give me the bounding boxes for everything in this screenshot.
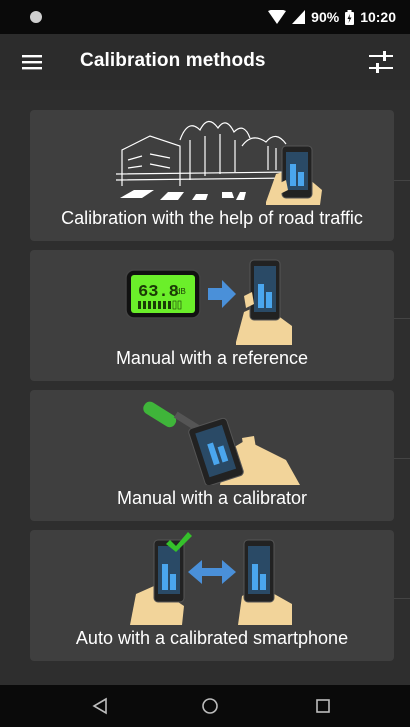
road-traffic-illustration [115, 120, 322, 205]
home-circle-icon[interactable] [199, 696, 221, 716]
cell-signal-icon [292, 10, 306, 24]
hand-holding-phone-icon [236, 259, 292, 345]
method-label: Manual with a calibrator [116, 488, 308, 508]
sliders-settings-icon[interactable] [368, 49, 394, 75]
clock: 10:20 [360, 9, 396, 25]
edge-divider [394, 180, 410, 181]
method-card-manual-reference[interactable]: 63.8 dB Manual with a reference [30, 250, 394, 381]
wifi-icon [268, 10, 287, 24]
page-title: Calibration methods [80, 50, 266, 71]
hamburger-menu-icon[interactable] [20, 50, 44, 74]
meter-unit: dB [176, 287, 186, 296]
phone-to-phone-illustration [130, 532, 292, 625]
hand-holding-phone-icon [188, 417, 300, 485]
battery-icon [345, 9, 355, 25]
method-card-auto-calibrated-phone[interactable]: Auto with a calibrated smartphone [30, 530, 394, 661]
method-card-road-traffic[interactable]: Calibration with the help of road traffi… [30, 110, 394, 241]
hand-holding-phone-icon [238, 539, 292, 625]
edge-divider [394, 598, 410, 599]
calibrator-illustration [143, 401, 300, 485]
method-label: Manual with a reference [115, 348, 309, 368]
meter-reading: 63.8 [138, 283, 179, 302]
hand-holding-phone-icon [266, 145, 322, 205]
method-card-manual-calibrator[interactable]: Manual with a calibrator [30, 390, 394, 521]
app-bar: Calibration methods [0, 34, 410, 90]
method-label: Calibration with the help of road traffi… [61, 208, 363, 228]
system-nav-bar [0, 685, 410, 727]
double-arrow-icon [188, 560, 236, 584]
back-triangle-icon[interactable] [89, 696, 111, 716]
recents-square-icon[interactable] [312, 696, 334, 716]
sound-level-meter-icon: 63.8 dB [125, 269, 201, 319]
edge-divider [394, 318, 410, 319]
edge-divider [394, 458, 410, 459]
status-indicators: 90% 10:20 [268, 8, 396, 26]
status-bar: 90% 10:20 [0, 0, 410, 34]
method-label: Auto with a calibrated smartphone [75, 628, 349, 648]
sound-meter-to-phone-illustration: 63.8 dB [125, 259, 292, 345]
battery-percent: 90% [311, 9, 340, 25]
hand-holding-phone-icon [130, 539, 185, 625]
methods-list: Calibration with the help of road traffi… [0, 90, 410, 685]
notification-dot-icon [30, 11, 42, 23]
right-arrow-icon [208, 280, 236, 308]
calibrator-device-icon [143, 401, 200, 432]
